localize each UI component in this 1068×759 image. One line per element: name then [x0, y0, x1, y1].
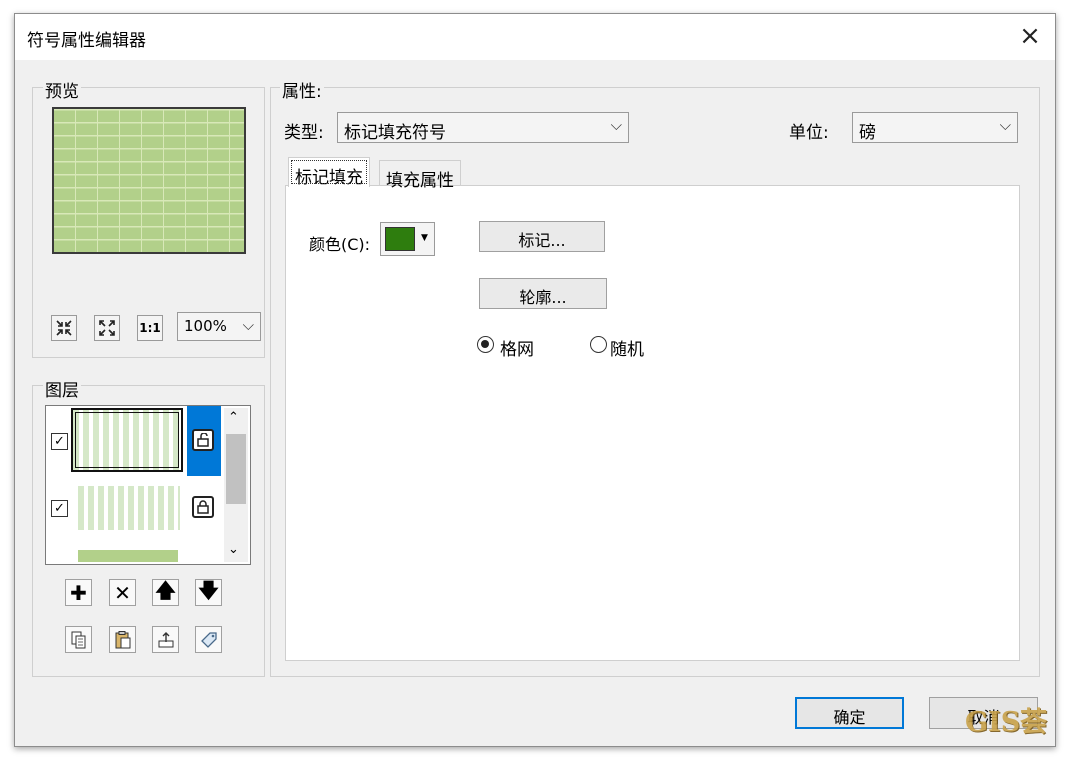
- layer-visibility-checkbox[interactable]: ✓: [51, 433, 68, 450]
- radio-random-button[interactable]: [590, 336, 607, 353]
- add-layer-button[interactable]: ✚: [65, 579, 92, 606]
- dropdown-arrow-icon: ▼: [421, 233, 428, 243]
- radio-grid-button[interactable]: [477, 336, 494, 353]
- unit-value: 磅: [859, 123, 876, 143]
- unlock-icon[interactable]: [192, 429, 214, 451]
- paste-icon[interactable]: [109, 626, 136, 653]
- radio-grid[interactable]: 格网: [477, 335, 557, 360]
- unit-select[interactable]: 磅 ⌵: [852, 112, 1018, 143]
- close-button[interactable]: ×: [1013, 22, 1047, 52]
- move-layer-down-button[interactable]: 🡇: [195, 578, 222, 606]
- color-label: 颜色(C):: [309, 235, 371, 254]
- zoom-out-icon[interactable]: [94, 315, 120, 341]
- watermark-logo: GIS荟: [965, 707, 1048, 738]
- scroll-thumb[interactable]: [226, 434, 246, 504]
- chevron-down-icon: ⌵: [242, 316, 254, 334]
- layer-thumbnail: [71, 408, 183, 472]
- layer-row-selected[interactable]: [71, 406, 223, 476]
- layer-scrollbar[interactable]: ⌃ ⌄: [224, 408, 248, 562]
- ok-button[interactable]: 确定: [795, 697, 904, 729]
- properties-group-label: 属性:: [280, 77, 324, 102]
- color-swatch: [385, 227, 415, 251]
- color-picker[interactable]: ▼: [380, 222, 435, 256]
- scroll-up-icon[interactable]: ⌃: [228, 410, 239, 425]
- window-title: 符号属性编辑器: [27, 31, 146, 51]
- layer-visibility-checkbox[interactable]: ✓: [51, 500, 68, 517]
- unit-label: 单位:: [789, 123, 829, 143]
- preview-group-label: 预览: [43, 77, 81, 102]
- title-bar: 符号属性编辑器 ×: [15, 14, 1055, 60]
- tag-icon[interactable]: [195, 626, 222, 653]
- remove-layer-button[interactable]: ✕: [109, 579, 136, 606]
- actual-size-icon[interactable]: 1:1: [137, 315, 163, 341]
- zoom-in-icon[interactable]: [51, 315, 77, 341]
- tab-fill-properties[interactable]: 填充属性: [379, 160, 461, 191]
- move-layer-up-button[interactable]: 🡅: [152, 578, 179, 606]
- tab-panel: 颜色(C): ▼ 标记... 轮廓... 格网 随机: [285, 185, 1020, 661]
- type-label: 类型:: [284, 123, 324, 143]
- radio-grid-label: 格网: [500, 340, 534, 360]
- type-value: 标记填充符号: [344, 123, 446, 143]
- copy-icon[interactable]: [65, 626, 92, 653]
- tab-marker-fill[interactable]: 标记填充: [288, 157, 370, 188]
- layer-list[interactable]: ✓ ✓ ⌃ ⌄: [45, 405, 251, 565]
- symbol-preview: [52, 107, 246, 254]
- scroll-down-icon[interactable]: ⌄: [228, 542, 239, 557]
- lock-icon[interactable]: [192, 496, 214, 518]
- marker-button[interactable]: 标记...: [479, 221, 605, 252]
- radio-random[interactable]: 随机: [590, 335, 670, 360]
- zoom-select[interactable]: 100% ⌵: [177, 312, 261, 341]
- zoom-value: 100%: [184, 317, 227, 335]
- chevron-down-icon: ⌵: [610, 116, 622, 134]
- radio-random-label: 随机: [610, 340, 644, 360]
- layers-group-label: 图层: [43, 376, 81, 401]
- chevron-down-icon: ⌵: [999, 116, 1011, 134]
- layer-thumbnail: [78, 486, 180, 530]
- layer-thumbnail-partial: [78, 550, 178, 562]
- dialog-window: 符号属性编辑器 × 预览 1:1 100% ⌵ 图层 ✓ ✓ ⌃ ⌄ ✚ ✕ 🡅…: [14, 13, 1056, 747]
- type-select[interactable]: 标记填充符号 ⌵: [337, 112, 629, 143]
- outline-button[interactable]: 轮廓...: [479, 278, 607, 309]
- export-icon[interactable]: [152, 626, 179, 653]
